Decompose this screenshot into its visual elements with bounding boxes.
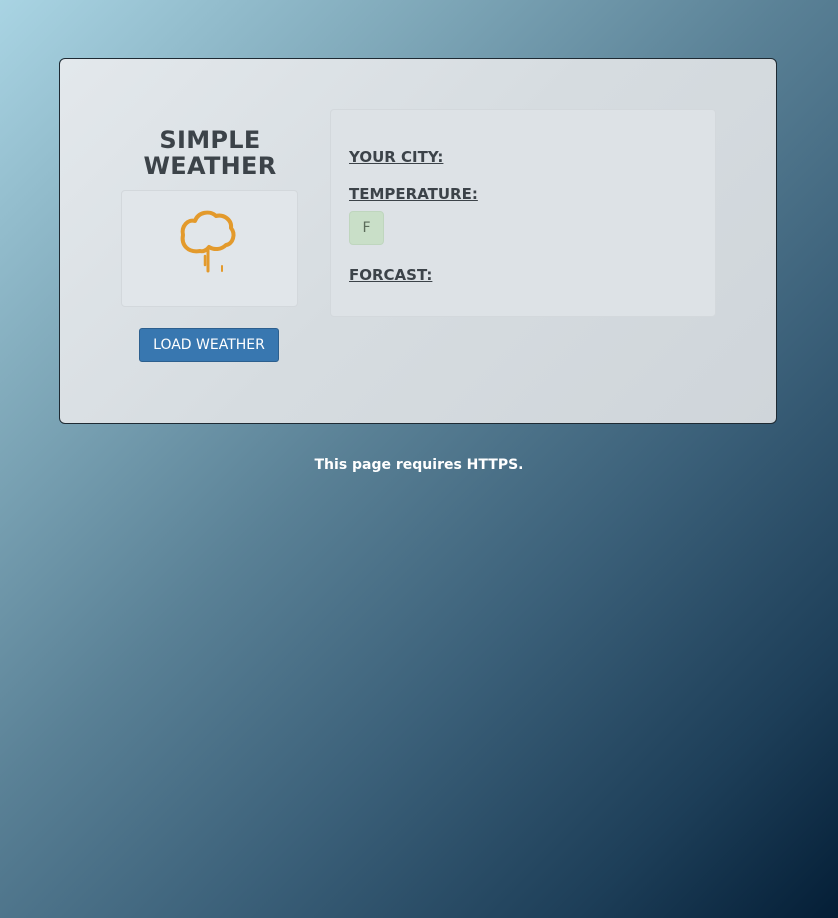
load-weather-button[interactable]: LOAD WEATHER [139, 328, 279, 362]
city-label: YOUR CITY: [349, 148, 444, 166]
temperature-unit-badge: F [349, 211, 384, 245]
forecast-label: FORCAST: [349, 266, 433, 284]
cloud-drizzle-icon [180, 210, 236, 273]
https-requirement-note: This page requires HTTPS. [314, 457, 524, 473]
app-title: SIMPLE WEATHER [143, 126, 277, 180]
weather-info-box: YOUR CITY: TEMPERATURE: F FORCAST: [330, 109, 716, 317]
weather-panel: SIMPLE WEATHER LOAD WEATHER YOUR CITY: T… [59, 58, 777, 424]
title-column: SIMPLE WEATHER [120, 127, 300, 179]
weather-icon-box [121, 190, 298, 307]
temperature-label: TEMPERATURE: [349, 185, 478, 203]
